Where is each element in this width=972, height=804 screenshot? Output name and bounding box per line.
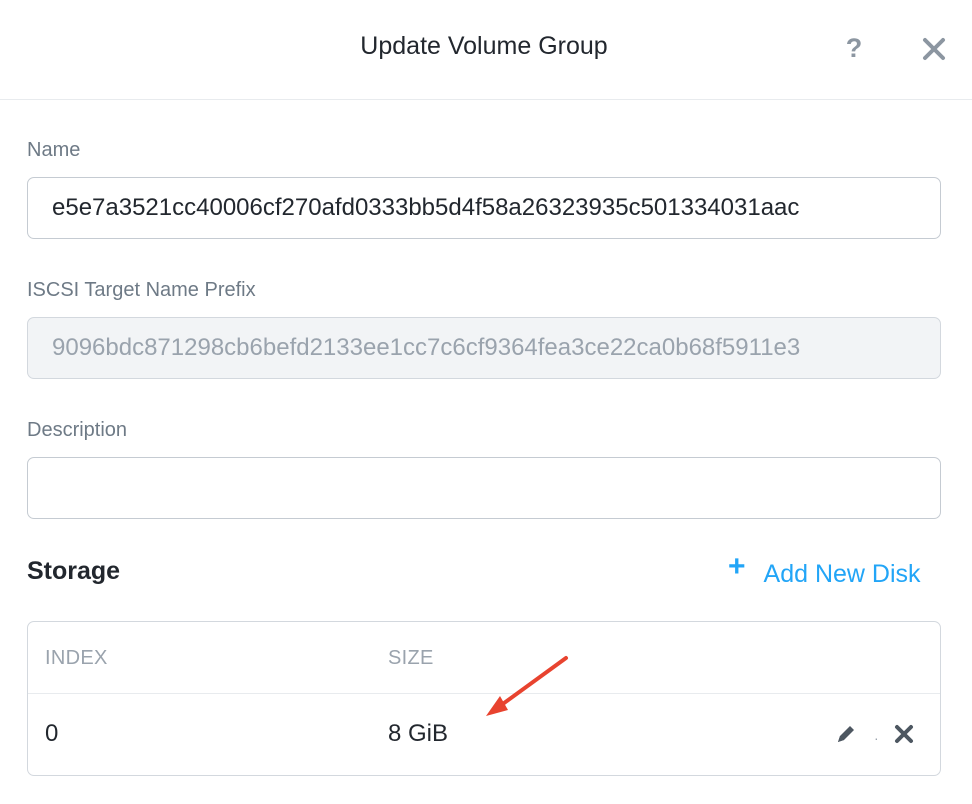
update-volume-group-dialog: Update Volume Group ? Name ISCSI Target …: [0, 0, 972, 804]
disk-index-cell: 0: [45, 720, 59, 747]
close-icon[interactable]: [916, 31, 952, 67]
iscsi-prefix-label: ISCSI Target Name Prefix: [27, 279, 256, 301]
column-header-size: SIZE: [388, 647, 434, 669]
row-action-separator: ·: [874, 730, 879, 746]
table-row: 0 8 GiB ·: [28, 694, 940, 776]
disk-size-cell: 8 GiB: [388, 720, 449, 747]
add-new-disk-button[interactable]: + Add New Disk: [728, 550, 921, 595]
description-label: Description: [27, 419, 128, 441]
help-icon[interactable]: ?: [838, 30, 870, 66]
plus-icon: +: [728, 550, 746, 583]
disk-table: INDEX SIZE 0 8 GiB ·: [27, 621, 941, 776]
description-input[interactable]: [28, 458, 940, 518]
pencil-icon[interactable]: [834, 722, 858, 751]
iscsi-prefix-input: [28, 318, 940, 378]
storage-section-title: Storage: [27, 557, 121, 585]
disk-table-header: INDEX SIZE: [28, 622, 940, 694]
dialog-header: Update Volume Group ?: [0, 0, 972, 100]
name-input[interactable]: [28, 178, 940, 238]
add-new-disk-label: Add New Disk: [763, 560, 921, 588]
iscsi-prefix-field-wrapper: [27, 317, 941, 379]
dialog-title: Update Volume Group: [360, 32, 608, 60]
delete-x-icon[interactable]: [892, 722, 916, 751]
column-header-index: INDEX: [45, 647, 108, 669]
name-field-wrapper: [27, 177, 941, 239]
description-field-wrapper: [27, 457, 941, 519]
name-label: Name: [27, 139, 81, 161]
